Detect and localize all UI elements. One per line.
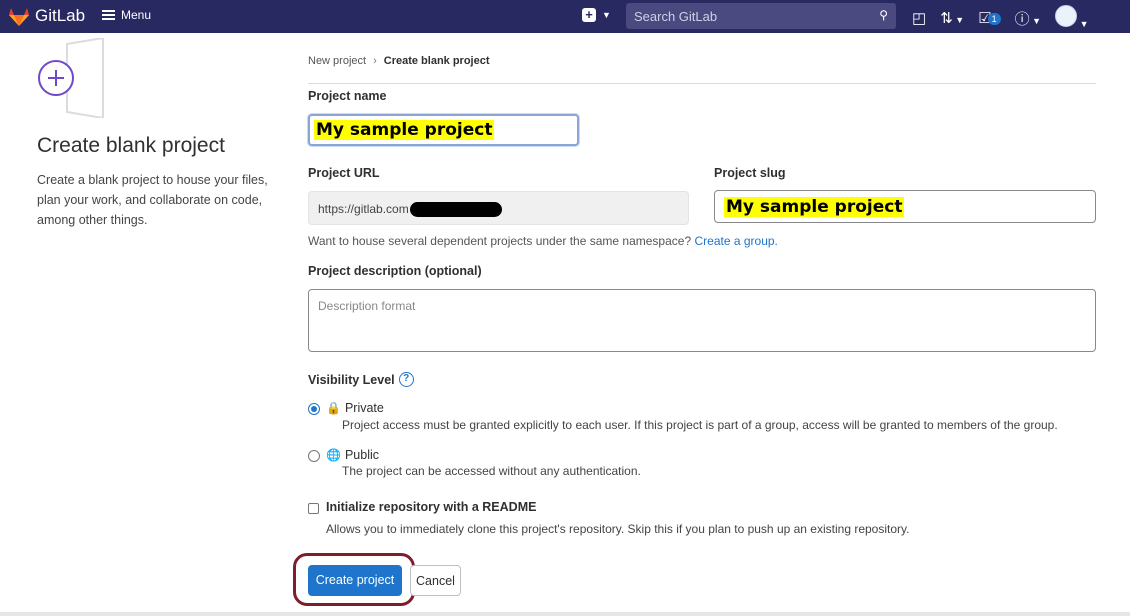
- search-icon: ⚲: [879, 8, 888, 22]
- menu-button[interactable]: Menu: [102, 8, 151, 22]
- plus-square-icon: +: [582, 8, 596, 22]
- project-url-field[interactable]: https://gitlab.com: [308, 191, 689, 225]
- avatar: [1055, 5, 1078, 27]
- readme-checkbox[interactable]: [308, 503, 319, 514]
- globe-icon: 🌐: [326, 448, 341, 462]
- visibility-private-title: Private: [344, 401, 384, 415]
- new-dropdown-button[interactable]: + ▼: [582, 8, 611, 22]
- readme-label[interactable]: Initialize repository with a README: [326, 500, 536, 514]
- redacted-namespace: [409, 202, 502, 218]
- issues-icon[interactable]: ◰: [912, 9, 926, 27]
- visibility-public-option[interactable]: 🌐 Public: [326, 448, 379, 462]
- readme-description: Allows you to immediately clone this pro…: [326, 522, 910, 536]
- top-navbar: GitLab Menu + ▼ Search GitLab ⚲ ◰ ⇅ ▼ ☑1…: [0, 0, 1130, 33]
- gitlab-logo-icon[interactable]: [8, 7, 30, 27]
- project-slug-value: My sample project: [724, 197, 905, 217]
- project-description-textarea[interactable]: Description format: [308, 289, 1096, 352]
- visibility-private-description: Project access must be granted explicitl…: [342, 418, 1058, 432]
- breadcrumb-parent[interactable]: New project: [308, 55, 366, 67]
- project-url-value: https://gitlab.com: [318, 202, 409, 216]
- visibility-level-text: Visibility Level: [308, 372, 395, 387]
- cancel-button[interactable]: Cancel: [410, 565, 461, 596]
- visibility-public-title: Public: [344, 448, 379, 462]
- page-bottom-edge: [0, 612, 1130, 616]
- project-name-input[interactable]: My sample project: [308, 114, 579, 146]
- search-input[interactable]: Search GitLab ⚲: [626, 3, 896, 29]
- project-description-label: Project description (optional): [308, 264, 482, 278]
- todos-icon[interactable]: ☑1: [978, 9, 1001, 27]
- project-url-label: Project URL: [308, 166, 380, 180]
- menu-label: Menu: [121, 8, 152, 22]
- sidebar-title: Create blank project: [37, 134, 225, 157]
- namespace-hint: Want to house several dependent projects…: [308, 234, 778, 248]
- brand-name[interactable]: GitLab: [35, 6, 85, 26]
- project-name-value: My sample project: [314, 120, 495, 140]
- blank-project-illustration-icon: [38, 38, 104, 118]
- breadcrumb-separator-icon: ›: [373, 55, 377, 67]
- help-icon[interactable]: ⓘ ▼: [1015, 8, 1041, 29]
- sidebar-description: Create a blank project to house your fil…: [37, 173, 268, 227]
- search-placeholder: Search GitLab: [634, 9, 718, 24]
- user-menu[interactable]: ▼: [1055, 5, 1089, 31]
- visibility-public-radio[interactable]: [308, 450, 320, 462]
- breadcrumb: New project › Create blank project: [308, 55, 490, 67]
- project-name-label: Project name: [308, 89, 387, 103]
- hamburger-icon: [102, 10, 115, 20]
- breadcrumb-current: Create blank project: [383, 55, 490, 67]
- project-slug-label: Project slug: [714, 166, 786, 180]
- divider: [308, 83, 1096, 84]
- visibility-private-radio[interactable]: [308, 403, 320, 415]
- chevron-down-icon: ▼: [602, 10, 611, 20]
- visibility-level-label: Visibility Level ?: [308, 372, 414, 387]
- description-placeholder: Description format: [318, 299, 416, 313]
- create-project-button[interactable]: Create project: [308, 565, 402, 596]
- visibility-public-description: The project can be accessed without any …: [342, 464, 641, 478]
- visibility-private-option[interactable]: 🔒 Private: [326, 401, 384, 415]
- create-group-link[interactable]: Create a group.: [694, 234, 777, 248]
- lock-icon: 🔒: [326, 401, 341, 415]
- namespace-hint-text: Want to house several dependent projects…: [308, 234, 692, 248]
- todos-badge: 1: [987, 13, 1001, 26]
- question-help-icon[interactable]: ?: [398, 372, 414, 387]
- merge-requests-icon[interactable]: ⇅ ▼: [940, 9, 964, 27]
- project-slug-input[interactable]: My sample project: [714, 190, 1096, 223]
